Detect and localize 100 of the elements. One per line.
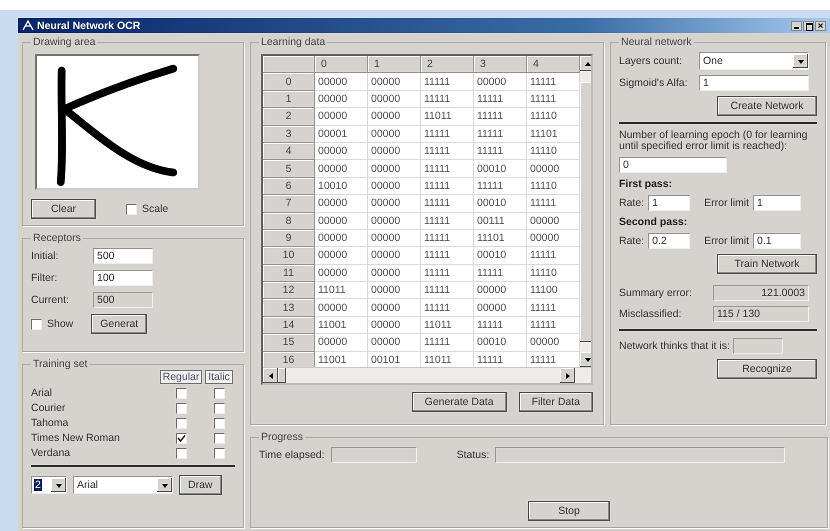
table-cell: 11111 — [421, 126, 474, 143]
draw-button[interactable]: Draw — [179, 475, 222, 495]
table-cell: 00000 — [315, 264, 368, 282]
table-cell: 00000 — [368, 108, 421, 126]
error-limit-field[interactable]: 0.1 — [753, 233, 802, 249]
field-label: Current: — [31, 294, 70, 306]
checkbox-label: Show — [47, 318, 74, 330]
pass-title: First pass: — [619, 178, 674, 190]
field-label: Layers count: — [619, 55, 684, 67]
checkbox[interactable] — [214, 448, 224, 458]
table-cell: 00000 — [315, 247, 368, 265]
input-field[interactable]: 100 — [93, 270, 153, 286]
checkbox-label: Scale — [142, 203, 168, 215]
table-cell: 00111 — [474, 212, 527, 230]
table-cell: 11111 — [421, 160, 474, 178]
layers-select[interactable]: One — [699, 52, 809, 70]
table-cell: 11011 — [315, 282, 368, 300]
checkbox[interactable] — [176, 432, 186, 444]
train-network-button[interactable]: Train Network — [717, 254, 817, 274]
table-cell: 00000 — [315, 142, 368, 160]
row-header: 9 — [263, 230, 315, 248]
font-name: Tahoma — [31, 417, 68, 429]
clear-button[interactable]: Clear — [31, 199, 96, 219]
table-cell: 00000 — [474, 282, 527, 300]
row-header: 5 — [263, 160, 315, 178]
minimize-button[interactable] — [791, 20, 802, 30]
font-name: Arial — [31, 387, 52, 399]
font-name: Times New Roman — [31, 432, 120, 444]
rate-field[interactable]: 1 — [648, 195, 690, 211]
recognize-button[interactable]: Recognize — [717, 359, 817, 379]
checkbox[interactable] — [176, 448, 186, 458]
table-cell: 00000 — [368, 126, 421, 143]
table-cell: 00000 — [368, 264, 421, 282]
table-cell: 00000 — [315, 160, 368, 178]
table-cell: 00000 — [315, 230, 368, 248]
table-cell: 11111 — [421, 142, 474, 160]
epoch-field[interactable]: 0 — [619, 157, 727, 173]
checkbox[interactable] — [176, 388, 186, 398]
action-button[interactable]: Generate Data — [412, 392, 507, 412]
row-header: 6 — [263, 178, 315, 196]
generate-button[interactable]: Generat — [91, 314, 148, 334]
error-limit-field[interactable]: 1 — [753, 195, 802, 211]
group-title: Drawing area — [32, 36, 96, 48]
table-cell: 00000 — [474, 73, 527, 91]
row-header: 3 — [263, 126, 315, 143]
row-header: 12 — [263, 282, 315, 300]
row-header: 2 — [263, 108, 315, 126]
table-cell: 11111 — [474, 178, 527, 196]
table-cell: 00000 — [315, 90, 368, 108]
checkbox[interactable] — [31, 318, 42, 330]
field-label: Time elapsed: — [259, 449, 325, 461]
column-header: 0 — [315, 56, 368, 74]
field-label: Error limit — [704, 197, 750, 209]
table-cell: 11011 — [421, 316, 474, 334]
field-label: Sigmoid's Alfa: — [619, 77, 689, 89]
close-icon[interactable] — [815, 20, 826, 30]
table-cell: 00000 — [315, 108, 368, 126]
row-header: 13 — [263, 299, 315, 317]
table-cell: 00000 — [368, 90, 421, 108]
input-field[interactable]: 500 — [93, 248, 153, 264]
checkbox[interactable] — [214, 388, 224, 398]
field-label: Filter: — [31, 272, 58, 284]
checkbox[interactable] — [126, 204, 137, 214]
checkbox[interactable] — [214, 402, 224, 414]
checkbox[interactable] — [214, 432, 224, 444]
column-header: Regular — [160, 370, 202, 384]
column-header: 3 — [474, 56, 527, 74]
stop-button[interactable]: Stop — [528, 501, 610, 521]
table-cell: 11111 — [421, 90, 474, 108]
size-select[interactable]: 2 — [31, 476, 67, 494]
column-header: 4 — [527, 56, 580, 74]
table-cell: 11111 — [474, 126, 527, 143]
row-header: 11 — [263, 264, 315, 282]
row-header: 10 — [263, 247, 315, 265]
table-cell: 00000 — [315, 212, 368, 230]
checkbox[interactable] — [214, 418, 224, 428]
checkbox[interactable] — [176, 418, 186, 428]
table-cell: 00000 — [368, 142, 421, 160]
table-cell: 00000 — [315, 334, 368, 352]
table-cell: 00010 — [474, 334, 527, 352]
font-name: Verdana — [31, 447, 70, 459]
table-cell: 00000 — [368, 195, 421, 213]
corner-header — [263, 56, 315, 74]
action-button[interactable]: Filter Data — [518, 392, 593, 412]
table-cell: 11111 — [421, 212, 474, 230]
alfa-field[interactable]: 1 — [699, 75, 809, 91]
table-cell: 00010 — [474, 195, 527, 213]
table-cell: 11111 — [474, 108, 527, 126]
checkbox[interactable] — [176, 402, 186, 414]
create-network-button[interactable]: Create Network — [717, 96, 817, 116]
column-header: Italic — [205, 370, 233, 384]
horizontal-scrollbar[interactable] — [263, 367, 591, 383]
font-select[interactable]: Arial — [73, 476, 173, 494]
table-cell: 00000 — [368, 282, 421, 300]
table-cell: 11111 — [474, 90, 527, 108]
maximize-button[interactable] — [803, 20, 814, 30]
rate-field[interactable]: 0.2 — [648, 233, 690, 249]
field-label: Error limit — [704, 235, 750, 247]
row-header: 14 — [263, 316, 315, 334]
group-title: Receptors — [32, 232, 82, 244]
